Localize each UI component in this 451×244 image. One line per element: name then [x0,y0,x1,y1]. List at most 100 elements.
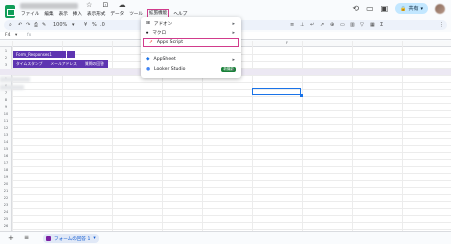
share-button[interactable]: 🔒 共有 ▾ [395,3,428,14]
menu-divider [141,52,241,53]
search-menus-icon[interactable]: ⌕ [9,22,12,28]
row-gridline [12,124,451,125]
title-icons[interactable]: ☆ ⊡ ☁ [86,1,130,9]
menu-insert[interactable]: 挿入 [72,10,83,18]
row-number[interactable]: 26 [0,224,12,228]
row-gridline [12,117,451,118]
redo-icon[interactable]: ↷ [26,22,30,28]
form-header-row: タイムスタンプ メールアドレス 質問の回答 [13,60,108,68]
filter-views-icon[interactable]: ▦ [370,22,375,28]
addon-icon: ⊞ [146,21,150,26]
comment-add-icon[interactable]: ▭ [340,22,345,28]
zoom-select[interactable]: 100% [53,22,67,28]
comment-icon[interactable]: ▭ [366,4,374,13]
sheet-tab-form-responses[interactable]: フォームの回答 1 ▾ [43,234,99,243]
row-number[interactable]: 25 [0,217,12,221]
row-number[interactable]: 24 [0,210,12,214]
currency-button[interactable]: ¥ [84,22,87,28]
menu-item-looker-studio[interactable]: ● Looker Studio 新機能 ▸ [141,65,241,74]
percent-button[interactable]: % [92,22,97,28]
menu-view[interactable]: 表示 [58,10,69,18]
menu-item-label: Apps Script [156,40,184,45]
appsheet-icon: ◆ [146,57,150,62]
paint-format-icon[interactable]: ✎ [42,22,46,28]
row-number[interactable]: 21 [0,189,12,193]
chevron-down-icon[interactable]: ▾ [93,236,95,241]
extensions-menu: ⊞ アドオン ▸ ⏺ マクロ ▸ ➚ Apps Script ◆ AppShee… [141,17,241,78]
row-number[interactable]: 18 [0,168,12,172]
meet-icon[interactable]: ▣ [381,4,389,13]
top-right-actions: ⟲ ▭ ▣ 🔒 共有 ▾ [352,3,445,14]
sheet-tab-label: フォームの回答 1 [54,236,91,242]
chevron-right-icon: ▸ [232,29,235,36]
sheets-logo-icon[interactable] [5,5,15,18]
row-gridline [12,187,451,188]
row-gridline [12,180,451,181]
share-label: 共有 [408,6,419,12]
menu-item-macros[interactable]: ⏺ マクロ ▸ [141,28,241,37]
menu-item-label: アドオン [153,21,173,27]
align-icon[interactable]: ≡ [290,22,294,28]
rotate-icon[interactable]: ↗ [320,22,324,28]
valign-icon[interactable]: ⊥ [300,22,304,28]
row-number[interactable]: 13 [0,133,12,137]
row-gridline [12,110,451,111]
sheet-tabs-bar: + ≡ フォームの回答 1 ▾ [0,231,451,244]
menu-item-apps-script[interactable]: ➚ Apps Script [143,38,239,47]
row-number[interactable]: 12 [0,126,12,130]
row-number[interactable]: 8 [0,98,12,102]
row-number[interactable]: 14 [0,140,12,144]
row-number[interactable]: 22 [0,196,12,200]
header-email[interactable]: メールアドレス [50,61,77,67]
chevron-down-icon[interactable]: ▾ [72,22,75,28]
row-gridline [12,138,451,139]
macro-icon: ⏺ [146,30,149,36]
row-number[interactable]: 1 [0,49,12,53]
selected-cell[interactable] [252,88,303,97]
name-box[interactable]: F4 [5,33,10,38]
row-number[interactable]: 3 [0,63,12,67]
column-header-f[interactable]: F [272,41,302,47]
row-number[interactable]: 19 [0,175,12,179]
wrap-icon[interactable]: ↵ [310,22,314,28]
menu-edit[interactable]: 編集 [43,10,54,18]
header-timestamp[interactable]: タイムスタンプ [16,61,42,67]
menu-item-appsheet[interactable]: ◆ AppSheet ▸ [141,55,241,64]
link-icon[interactable]: ⊕ [330,22,334,28]
add-sheet-button[interactable]: + [8,234,14,242]
row-number[interactable]: 20 [0,182,12,186]
row-number[interactable]: 15 [0,147,12,151]
menu-data[interactable]: データ [109,10,125,18]
more-icon[interactable]: ⋮ [439,22,444,28]
avatar[interactable] [435,3,445,14]
print-icon[interactable]: ⎙ [34,22,38,28]
form-responses-chip[interactable]: Form_Responses1 [13,51,66,58]
history-icon[interactable]: ⟲ [352,4,359,13]
chevron-down-icon[interactable]: ▾ [420,6,423,12]
apps-script-icon: ➚ [149,40,153,45]
document-title[interactable] [20,2,78,9]
row-number[interactable]: 10 [0,112,12,116]
menu-file[interactable]: ファイル [20,10,40,18]
functions-icon[interactable]: Σ [380,22,383,28]
row-number[interactable]: 23 [0,203,12,207]
row-number[interactable]: 2 [0,56,12,60]
row-number[interactable]: 9 [0,105,12,109]
header-answer[interactable]: 質問の回答 [85,61,104,67]
row-gridline [12,194,451,195]
menu-format[interactable]: 表示形式 [86,10,106,18]
decimal-button[interactable]: .0 [100,22,105,28]
menu-item-addons[interactable]: ⊞ アドオン ▸ [141,19,241,28]
redacted-cell [0,85,24,90]
chevron-right-icon: ▸ [232,66,235,73]
row-number[interactable]: 11 [0,119,12,123]
undo-icon[interactable]: ↶ [18,22,22,28]
form-icon[interactable] [67,51,75,58]
filter-icon[interactable]: ▽ [360,22,364,28]
chevron-down-icon[interactable]: ▾ [15,33,17,38]
row-number[interactable]: 7 [0,91,12,95]
row-number[interactable]: 17 [0,161,12,165]
all-sheets-button[interactable]: ≡ [24,234,29,241]
row-number[interactable]: 16 [0,154,12,158]
chart-icon[interactable]: ▥ [350,22,355,28]
